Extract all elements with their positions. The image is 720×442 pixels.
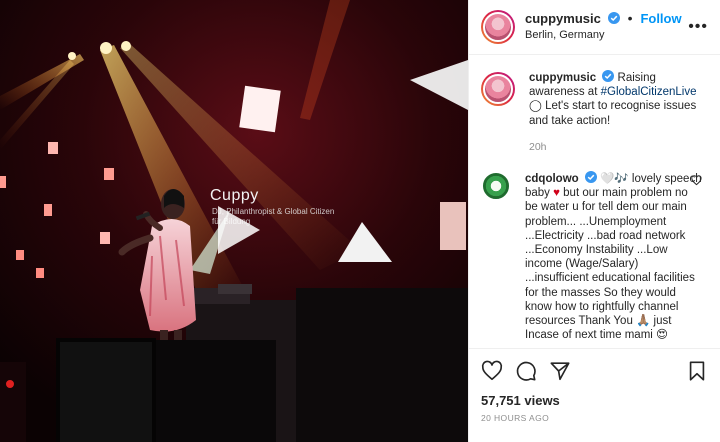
commenter-username[interactable]: cdqolowo	[525, 173, 579, 185]
author-avatar[interactable]	[483, 12, 513, 42]
comments-section: cuppymusic Raising awareness at #GlobalC…	[469, 56, 720, 348]
play-icon[interactable]	[206, 200, 266, 260]
post-video[interactable]: Cuppy DJ, Philanthropist & Global Citize…	[0, 0, 468, 442]
caption-avatar[interactable]	[483, 74, 513, 104]
comment-red-heart: ♥	[553, 187, 560, 200]
post-age[interactable]: 20 HOURS AGO	[481, 413, 708, 423]
share-icon[interactable]	[549, 360, 571, 382]
caption-timestamp: 20h	[529, 140, 547, 153]
follow-button[interactable]: Follow	[640, 11, 681, 26]
comment-text-2: but our main problem no be water u for t…	[525, 187, 695, 328]
caption-username[interactable]: cuppymusic	[529, 72, 596, 84]
post-actions: 57,751 views 20 HOURS AGO	[469, 348, 720, 423]
caption-avatar-ring[interactable]	[481, 72, 515, 106]
post-location[interactable]: Berlin, Germany	[525, 27, 682, 44]
comment-row: cdqolowo 🤍🎶 lovely speech baby ♥ but our…	[481, 171, 708, 342]
verified-badge-icon	[602, 70, 615, 82]
verified-badge-icon	[607, 12, 620, 24]
separator-dot: •	[627, 10, 633, 26]
comment-emoji-2: 🙏🏽	[636, 315, 651, 328]
instagram-post: Cuppy DJ, Philanthropist & Global Citize…	[0, 0, 720, 442]
comment-icon[interactable]	[515, 360, 537, 382]
verified-badge-icon	[584, 171, 597, 184]
comment-emoji-3: 😍	[656, 329, 669, 342]
more-options-icon[interactable]: •••	[688, 18, 708, 36]
author-info: cuppymusic • Follow Berlin, Germany	[525, 10, 682, 44]
caption-body: cuppymusic Raising awareness at #GlobalC…	[529, 70, 707, 154]
comment-body: cdqolowo 🤍🎶 lovely speech baby ♥ but our…	[525, 171, 703, 342]
like-icon[interactable]	[481, 360, 503, 382]
post-sidebar: cuppymusic • Follow Berlin, Germany •••	[468, 0, 720, 442]
comment-emoji: 🤍🎶	[600, 173, 629, 186]
caption-hashtag[interactable]: #GlobalCitizenLive	[601, 86, 697, 98]
post-header: cuppymusic • Follow Berlin, Germany •••	[469, 0, 720, 55]
author-avatar-ring[interactable]	[481, 10, 515, 44]
action-icons	[481, 359, 708, 383]
view-count[interactable]: 57,751 views	[481, 393, 708, 408]
caption-text-after: ◯ Let's start to recognise issues and ta…	[529, 100, 697, 127]
commenter-avatar[interactable]	[481, 171, 511, 202]
author-username[interactable]: cuppymusic	[525, 11, 601, 26]
save-icon[interactable]	[686, 360, 708, 382]
caption-row: cuppymusic Raising awareness at #GlobalC…	[481, 70, 708, 154]
small-heart-icon[interactable]	[691, 175, 702, 186]
